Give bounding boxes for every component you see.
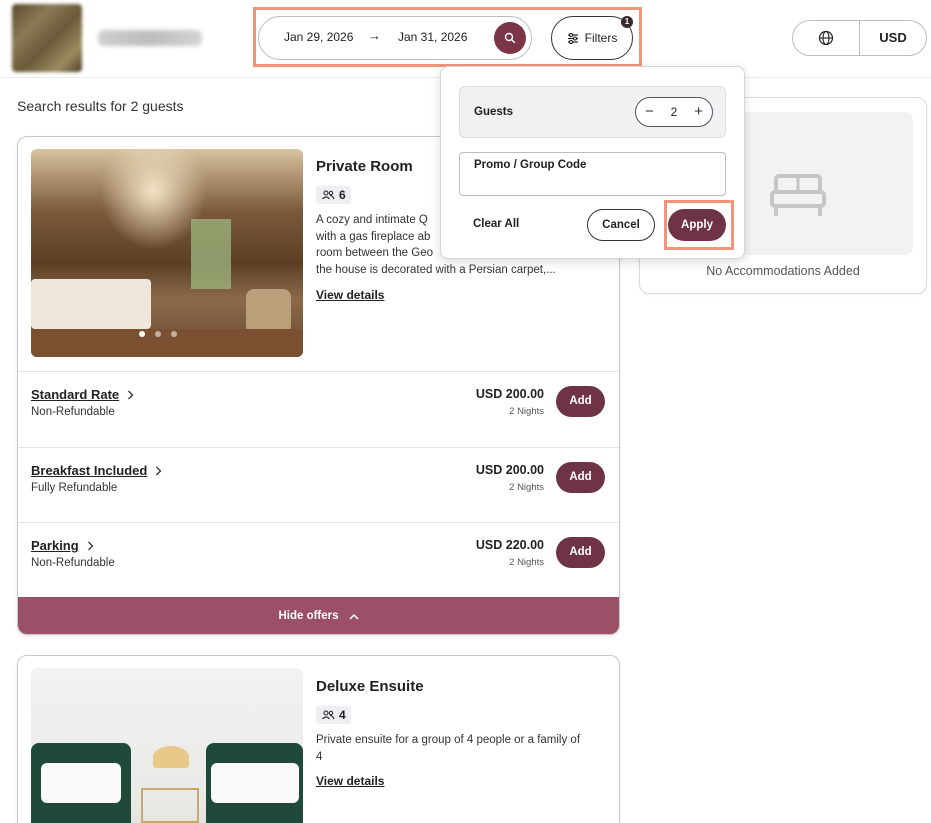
currency-button[interactable]: USD xyxy=(859,20,927,56)
room-description: Private ensuite for a group of 4 people … xyxy=(316,734,581,763)
offer-row: Standard Rate Non-Refundable USD 200.00 … xyxy=(18,371,619,447)
guest-capacity-badge: 6 xyxy=(316,186,351,204)
offer-name-link[interactable]: Standard Rate xyxy=(31,387,134,402)
language-button[interactable] xyxy=(792,20,860,56)
view-details-link[interactable]: View details xyxy=(316,288,384,302)
results-heading: Search results for 2 guests xyxy=(17,98,184,114)
room-title: Deluxe Ensuite xyxy=(316,678,424,695)
promo-code-label: Promo / Group Code xyxy=(474,159,587,171)
guests-icon xyxy=(322,190,335,200)
globe-icon xyxy=(818,30,834,46)
add-offer-button[interactable]: Add xyxy=(556,537,605,568)
guests-icon xyxy=(322,710,335,720)
hide-offers-label: Hide offers xyxy=(278,610,339,622)
decrement-guests-button[interactable]: − xyxy=(645,104,654,119)
chevron-right-icon xyxy=(128,390,134,399)
search-highlight-frame xyxy=(253,7,642,67)
offer-name-link[interactable]: Parking xyxy=(31,538,94,553)
chevron-right-icon xyxy=(87,541,94,550)
room-title: Private Room xyxy=(316,158,413,175)
guests-selector: Guests − 2 + xyxy=(459,86,726,138)
offer-row: Breakfast Included Fully Refundable USD … xyxy=(18,447,619,523)
offer-policy: Fully Refundable xyxy=(31,482,118,494)
promo-code-field[interactable]: Promo / Group Code xyxy=(459,152,726,196)
guest-capacity-badge: 4 xyxy=(316,706,351,724)
apply-highlight-frame xyxy=(664,200,734,250)
offer-policy: Non-Refundable xyxy=(31,557,115,569)
offer-nights: 2 Nights xyxy=(509,406,544,417)
guest-capacity: 6 xyxy=(339,188,346,202)
view-details-link[interactable]: View details xyxy=(316,774,384,788)
offer-nights: 2 Nights xyxy=(509,557,544,568)
empty-cart-text: No Accommodations Added xyxy=(706,264,860,278)
hide-offers-button[interactable]: Hide offers xyxy=(18,597,619,634)
filters-dropdown: Guests − 2 + Promo / Group Code Clear Al… xyxy=(440,66,745,259)
bed-icon xyxy=(770,174,826,216)
guests-count: 2 xyxy=(670,105,678,119)
room-card: Deluxe Ensuite 4 Private ensuite for a g… xyxy=(17,655,620,823)
room-photo[interactable] xyxy=(31,149,303,357)
cancel-button[interactable]: Cancel xyxy=(587,209,655,241)
offer-nights: 2 Nights xyxy=(509,482,544,493)
guests-label: Guests xyxy=(474,106,513,118)
offer-policy: Non-Refundable xyxy=(31,406,115,418)
chevron-right-icon xyxy=(156,466,162,475)
hotel-logo[interactable] xyxy=(12,4,82,72)
clear-all-button[interactable]: Clear All xyxy=(473,218,519,230)
chevron-up-icon xyxy=(349,613,359,620)
offer-name-link[interactable]: Breakfast Included xyxy=(31,463,162,478)
increment-guests-button[interactable]: + xyxy=(694,104,703,119)
photo-carousel-dots[interactable] xyxy=(139,331,177,337)
guest-capacity: 4 xyxy=(339,708,346,722)
offer-price: USD 200.00 xyxy=(475,387,544,401)
offer-price: USD 220.00 xyxy=(475,538,544,552)
offer-row: Parking Non-Refundable USD 220.00 2 Nigh… xyxy=(18,522,619,598)
add-offer-button[interactable]: Add xyxy=(556,386,605,417)
offer-price: USD 200.00 xyxy=(475,463,544,477)
hotel-name-blurred xyxy=(98,30,202,46)
add-offer-button[interactable]: Add xyxy=(556,462,605,493)
room-photo[interactable] xyxy=(31,668,303,823)
guests-stepper: − 2 + xyxy=(635,97,713,127)
